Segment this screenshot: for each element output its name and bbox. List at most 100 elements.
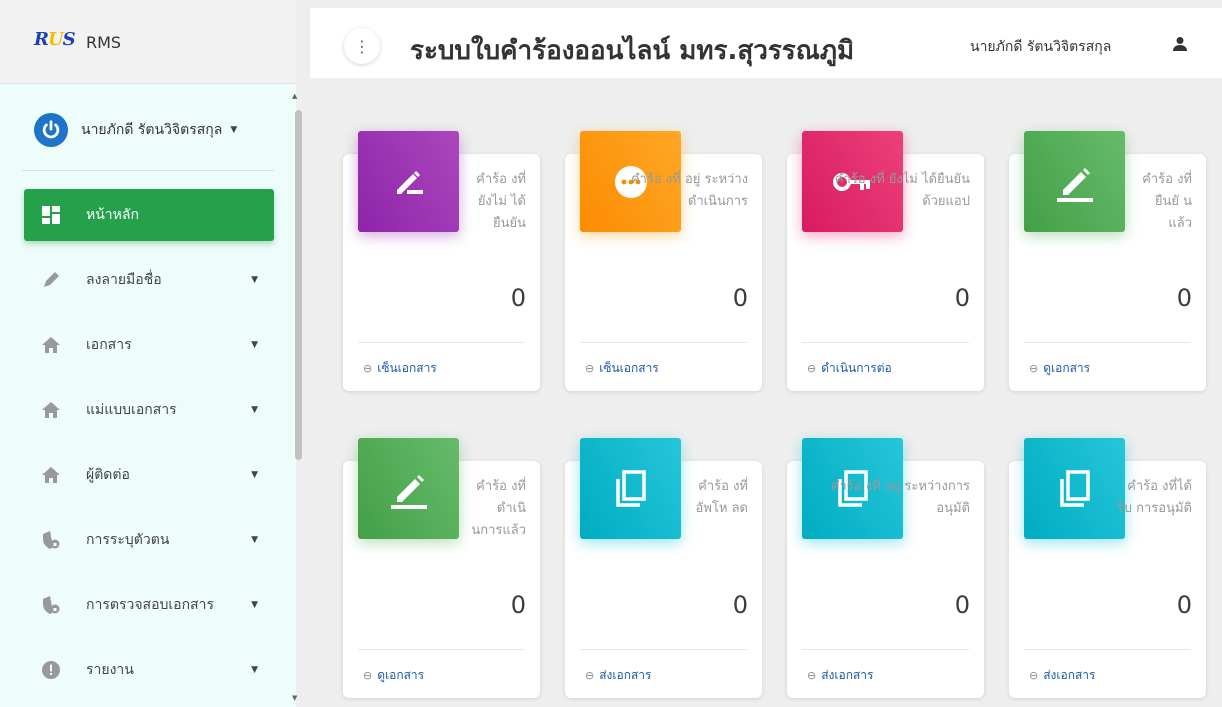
- sidebar-item-signature[interactable]: ลงลายมือชื่อ ▼: [24, 254, 274, 306]
- sidebar-item-label: การระบุตัวตน: [86, 532, 170, 548]
- sidebar-item-label: การตรวจสอบเอกสาร: [86, 597, 214, 613]
- chevron-down-icon: ▼: [251, 275, 258, 285]
- pen-icon: [40, 270, 62, 290]
- chevron-down-icon: ▼: [251, 535, 258, 545]
- stat-card: คำร้อ งที่ ยังไม่ ได้ยืนยันด้วยแอป 0 ⊖ ดำ…: [787, 131, 984, 391]
- header-user-name: นายภักดี รัตนวิจิตรสกุล: [970, 39, 1112, 55]
- card-action-link[interactable]: ⊖ ดำเนินการต่อ: [807, 359, 892, 378]
- sidebar-item-label: รายงาน: [86, 662, 134, 678]
- sidebar-item-label: ลงลายมือชื่อ: [86, 272, 162, 288]
- signature-icon: [358, 131, 459, 232]
- stat-card: คำร้อ งที่ อยู่ ระหว่างดำเนินการ 0 ⊖ เซ็น…: [565, 131, 762, 391]
- top-header: ⋮ ระบบใบคำร้องออนไลน์ มทร.สุวรรณภูมิ นาย…: [310, 8, 1222, 78]
- shield-icon: [40, 530, 62, 550]
- divider: [580, 649, 747, 650]
- home-icon: [40, 401, 62, 419]
- divider: [358, 342, 525, 343]
- card-action-link[interactable]: ⊖ เซ็นเอกสาร: [585, 359, 659, 378]
- copy-icon: [1024, 438, 1125, 539]
- sidebar-nav: หน้าหลัก ลงลายมือชื่อ ▼ เอกสาร ▼ แม่แบบเ…: [24, 189, 274, 707]
- copy-icon: [580, 438, 681, 539]
- card-title: คำร้อ งที่ ยังไม่ ได้ยืนยัน: [476, 172, 526, 231]
- home-icon: [40, 466, 62, 484]
- card-value: 0: [732, 284, 748, 312]
- link-icon: ⊖: [363, 362, 373, 375]
- divider: [22, 170, 274, 171]
- card-value: 0: [1176, 284, 1192, 312]
- sidebar-item-documents[interactable]: เอกสาร ▼: [24, 319, 274, 371]
- card-title: คำร้อ งที่ ยืนยั นแล้ว: [1142, 172, 1192, 231]
- scrollbar-thumb[interactable]: [295, 110, 302, 460]
- chevron-down-icon: ▼: [251, 665, 258, 675]
- sidebar-item-label: ผู้ติดต่อ: [86, 467, 130, 483]
- divider: [1024, 342, 1191, 343]
- divider: [580, 342, 747, 343]
- brand-bar: RUS RMS: [0, 0, 296, 84]
- chevron-down-icon: ▼: [251, 340, 258, 350]
- alert-icon: [40, 660, 62, 680]
- card-title: คำร้อ งที่ อยู่ ระหว่างดำเนินการ: [630, 172, 748, 209]
- scroll-up-arrow-icon[interactable]: ▲: [292, 92, 297, 100]
- card-action-link[interactable]: ⊖ ส่งเอกสาร: [1029, 666, 1095, 685]
- card-title: คำร้อ งที่ ดำเนิ นการแล้ว: [471, 479, 526, 538]
- edit-pencil-icon: [358, 438, 459, 539]
- sidebar-item-identity[interactable]: การระบุตัวตน ▼: [24, 514, 274, 566]
- divider: [802, 649, 969, 650]
- card-title: คำร้อ งที่ อัพโห ลด: [695, 479, 748, 516]
- card-action-link[interactable]: ⊖ ดูเอกสาร: [1029, 359, 1090, 378]
- card-action-link[interactable]: ⊖ ส่งเอกสาร: [807, 666, 873, 685]
- chevron-down-icon: ▼: [230, 125, 238, 135]
- divider: [1024, 649, 1191, 650]
- card-value: 0: [510, 591, 526, 619]
- sidebar-item-verification[interactable]: การตรวจสอบเอกสาร ▼: [24, 579, 274, 631]
- chevron-down-icon: ▼: [251, 600, 258, 610]
- link-icon: ⊖: [363, 669, 373, 682]
- sidebar-item-contacts[interactable]: ผู้ติดต่อ ▼: [24, 449, 274, 501]
- sidebar-user-name: นายภักดี รัตนวิจิตรสกุล: [81, 122, 223, 138]
- card-value: 0: [954, 284, 970, 312]
- sidebar-item-label: หน้าหลัก: [86, 207, 139, 223]
- card-value: 0: [510, 284, 526, 312]
- brand-name[interactable]: RMS: [86, 33, 121, 52]
- sidebar-item-home[interactable]: หน้าหลัก: [24, 189, 274, 241]
- card-value: 0: [1176, 591, 1192, 619]
- edit-pencil-icon: [1024, 131, 1125, 232]
- shield-icon: [40, 595, 62, 615]
- sidebar-item-label: เอกสาร: [86, 337, 132, 353]
- link-icon: ⊖: [585, 362, 595, 375]
- home-icon: [40, 336, 62, 354]
- card-title: คำร้อ งที่ ยังไม่ ได้ยืนยันด้วยแอป: [834, 172, 970, 209]
- person-icon[interactable]: [1172, 36, 1188, 56]
- stat-card: คำร้อ งที่ได้ รับ การอนุมัติ 0 ⊖ ส่งเอกสา…: [1009, 438, 1206, 698]
- sidebar-item-label: แม่แบบเอกสาร: [86, 402, 177, 418]
- card-value: 0: [954, 591, 970, 619]
- link-icon: ⊖: [585, 669, 595, 682]
- card-value: 0: [732, 591, 748, 619]
- dashboard-icon: [40, 206, 62, 224]
- link-icon: ⊖: [807, 669, 817, 682]
- chevron-down-icon: ▼: [251, 405, 258, 415]
- page-title: ระบบใบคำร้องออนไลน์ มทร.สุวรรณภูมิ: [410, 36, 855, 66]
- link-icon: ⊖: [1029, 362, 1039, 375]
- chevron-down-icon: ▼: [251, 470, 258, 480]
- stat-card: คำร้อ งที่ อัพโห ลด 0 ⊖ ส่งเอกสาร: [565, 438, 762, 698]
- card-title: คำร้อ งที่ อยู่ ระหว่างการอนุมัติ: [830, 479, 970, 516]
- more-vertical-icon: ⋮: [354, 36, 370, 56]
- sidebar-item-reports[interactable]: รายงาน ▼: [24, 644, 274, 696]
- card-action-link[interactable]: ⊖ ส่งเอกสาร: [585, 666, 651, 685]
- sidebar-user-menu[interactable]: นายภักดี รัตนวิจิตรสกุล ▼: [34, 112, 274, 148]
- stat-card: คำร้อ งที่ อยู่ ระหว่างการอนุมัติ 0 ⊖ ส่ง…: [787, 438, 984, 698]
- card-action-link[interactable]: ⊖ เซ็นเอกสาร: [363, 359, 437, 378]
- card-action-link[interactable]: ⊖ ดูเอกสาร: [363, 666, 424, 685]
- link-icon: ⊖: [807, 362, 817, 375]
- stat-card: คำร้อ งที่ ยืนยั นแล้ว 0 ⊖ ดูเอกสาร: [1009, 131, 1206, 391]
- divider: [358, 649, 525, 650]
- brand-logo[interactable]: RUS: [34, 29, 76, 50]
- menu-toggle-button[interactable]: ⋮: [344, 28, 380, 64]
- scroll-down-arrow-icon[interactable]: ▼: [292, 694, 297, 702]
- stat-card: คำร้อ งที่ ยังไม่ ได้ยืนยัน 0 ⊖ เซ็นเอกสา…: [343, 131, 540, 391]
- card-title: คำร้อ งที่ได้ รับ การอนุมัติ: [1116, 479, 1192, 516]
- divider: [802, 342, 969, 343]
- sidebar-item-templates[interactable]: แม่แบบเอกสาร ▼: [24, 384, 274, 436]
- link-icon: ⊖: [1029, 669, 1039, 682]
